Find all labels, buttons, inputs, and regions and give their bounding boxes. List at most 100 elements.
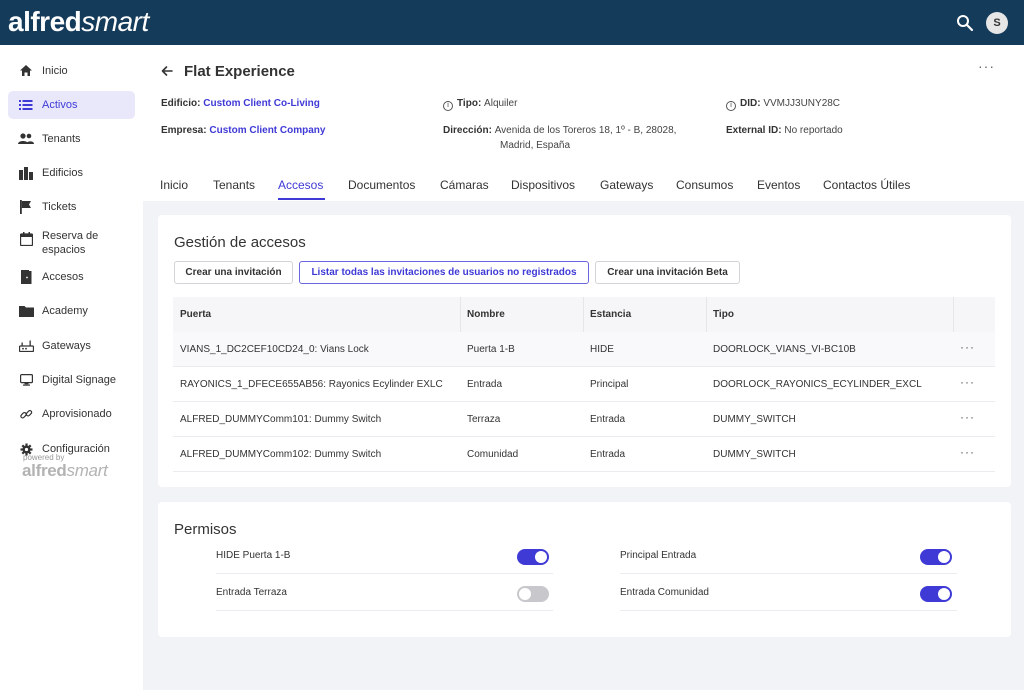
column-header-estancia[interactable]: Estancia [590,309,631,320]
permiso-label: Principal Entrada [620,550,697,561]
tab-camaras[interactable]: Cámaras [440,178,489,192]
permiso-toggle[interactable] [920,586,952,602]
edificio-link[interactable]: Custom Client Co-Living [203,98,320,109]
more-options-icon[interactable]: ··· [978,58,995,74]
empresa-field: Empresa: Custom Client Company [161,125,326,136]
cell-estancia: HIDE [590,344,614,355]
sidebar-item-label: Tenants [42,133,81,145]
permiso-toggle[interactable] [920,549,952,565]
column-header-tipo[interactable]: Tipo [713,309,734,320]
tab-consumos[interactable]: Consumos [676,178,733,192]
permiso-toggle[interactable] [517,586,549,602]
sidebar-item-label: Tickets [42,201,77,213]
column-header-nombre[interactable]: Nombre [467,309,505,320]
crear-invitacion-button[interactable]: Crear una invitación [174,261,293,284]
back-arrow-icon[interactable] [160,64,174,83]
sidebar-item-activos[interactable]: Activos [8,91,135,119]
flag-icon [18,199,34,215]
cell-estancia: Principal [590,379,629,390]
table-row[interactable]: RAYONICS_1_DFECE655AB56: Rayonics Ecylin… [173,367,995,402]
buildings-icon [18,165,34,181]
sidebar-item-label: Activos [42,99,78,111]
door-icon [18,269,34,285]
cell-tipo: DOORLOCK_VIANS_VI-BC10B [713,344,856,355]
row-more-icon[interactable]: ··· [960,375,975,389]
permiso-label: Entrada Terraza [216,587,287,598]
sidebar-item-edificios[interactable]: Edificios [8,159,135,187]
cell-estancia: Entrada [590,449,626,460]
powered-by-logo: alfredsmart [22,461,108,480]
tipo-field: i Tipo: Alquiler [443,96,517,111]
sidebar-item-academy[interactable]: Academy [8,297,135,325]
permiso-item: Principal Entrada [620,538,957,574]
table-row[interactable]: ALFRED_DUMMYComm101: Dummy Switch Terraz… [173,402,995,437]
tab-inicio[interactable]: Inicio [160,178,188,192]
tab-accesos[interactable]: Accesos [278,178,323,192]
table-header: Puerta Nombre Estancia Tipo [173,297,995,332]
tab-dispositivos[interactable]: Dispositivos [511,178,575,192]
permiso-label: Entrada Comunidad [620,587,709,598]
tab-contactos-utiles[interactable]: Contactos Útiles [823,178,910,192]
permiso-item: Entrada Terraza [216,575,553,611]
sidebar-item-label: Inicio [42,65,68,77]
active-tab-indicator [278,198,325,200]
gestion-accesos-title: Gestión de accesos [174,234,306,251]
table-row[interactable]: VIANS_1_DC2CEF10CD24_0: Vians Lock Puert… [173,332,995,367]
search-icon[interactable] [955,13,975,33]
column-separator [583,297,584,332]
sidebar-item-label: Edificios [42,167,83,179]
permiso-toggle[interactable] [517,549,549,565]
external-id-field: External ID: No reportado [726,125,843,136]
tab-gateways[interactable]: Gateways [600,178,653,192]
brand-logo[interactable]: alfredsmart [8,6,149,38]
list-icon [18,97,34,113]
sidebar-item-aprovisionado[interactable]: Aprovisionado [8,400,135,428]
sidebar-item-label: Aprovisionado [42,408,112,420]
crear-invitacion-beta-button[interactable]: Crear una invitación Beta [595,261,740,284]
info-icon: i [726,101,736,111]
router-icon [18,338,34,354]
row-more-icon[interactable]: ··· [960,410,975,424]
cell-nombre: Comunidad [467,449,519,460]
cell-puerta: VIANS_1_DC2CEF10CD24_0: Vians Lock [180,344,369,355]
sidebar-item-label: Reserva de espacios [42,230,99,256]
column-separator [460,297,461,332]
cell-tipo: DUMMY_SWITCH [713,414,796,425]
row-more-icon[interactable]: ··· [960,340,975,354]
tab-eventos[interactable]: Eventos [757,178,800,192]
sidebar-item-gateways[interactable]: Gateways [8,332,135,360]
column-header-puerta[interactable]: Puerta [180,309,211,320]
link-icon [18,406,34,422]
cell-puerta: ALFRED_DUMMYComm101: Dummy Switch [180,414,382,425]
sidebar-item-label: Digital Signage [42,374,116,386]
permiso-item: HIDE Puerta 1-B [216,538,553,574]
cell-tipo: DOORLOCK_RAYONICS_ECYLINDER_EXCL [713,379,922,390]
monitor-icon [18,372,34,388]
sidebar-item-tenants[interactable]: Tenants [8,125,135,153]
row-more-icon[interactable]: ··· [960,445,975,459]
people-icon [18,131,34,147]
sidebar-item-reserva-de-espacios[interactable]: Reserva de espacios [8,227,135,259]
tab-tenants[interactable]: Tenants [213,178,255,192]
top-bar: alfredsmart S [0,0,1024,45]
permiso-item: Entrada Comunidad [620,575,957,611]
folder-icon [18,303,34,319]
permisos-title: Permisos [174,521,237,538]
table-row[interactable]: ALFRED_DUMMYComm102: Dummy Switch Comuni… [173,437,995,472]
listar-invitaciones-button[interactable]: Listar todas las invitaciones de usuario… [299,261,589,284]
sidebar-item-accesos[interactable]: Accesos [8,263,135,291]
cell-nombre: Entrada [467,379,503,390]
cell-puerta: RAYONICS_1_DFECE655AB56: Rayonics Ecylin… [180,379,443,390]
tab-documentos[interactable]: Documentos [348,178,415,192]
info-icon: i [443,101,453,111]
cell-nombre: Terraza [467,414,501,425]
direccion-field: Dirección: Avenida de los Toreros 18, 1º… [443,125,677,136]
sidebar-item-tickets[interactable]: Tickets [8,193,135,221]
did-field: i DID: VVMJJ3UNY28C [726,96,840,111]
avatar[interactable]: S [986,12,1008,34]
sidebar-item-inicio[interactable]: Inicio [8,57,135,85]
calendar-icon [18,231,34,247]
empresa-link[interactable]: Custom Client Company [209,125,325,136]
column-separator [706,297,707,332]
sidebar-item-digital-signage[interactable]: Digital Signage [8,366,135,394]
